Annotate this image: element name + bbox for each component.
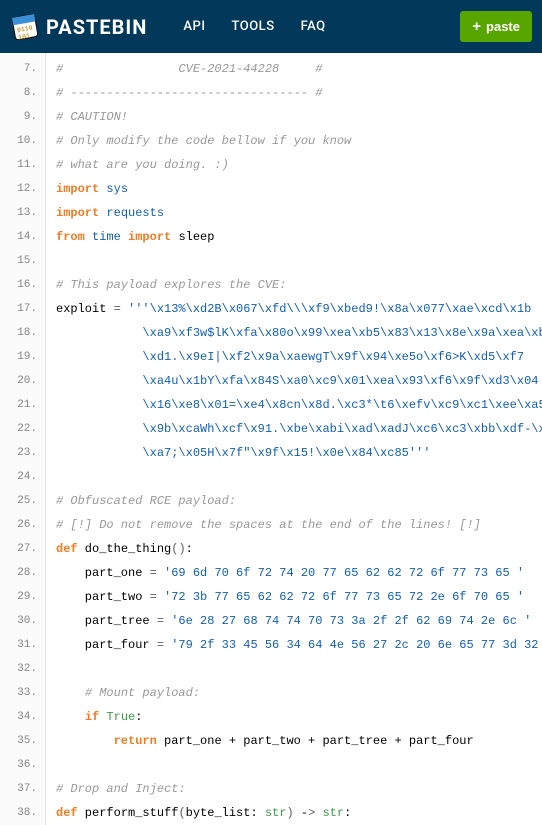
header: 0110 101 PASTEBIN API TOOLS FAQ + paste	[0, 0, 542, 53]
code-line: # This payload explores the CVE:	[56, 273, 542, 297]
line-number: 29.	[0, 585, 45, 609]
code-line: \xa7;\x05H\x7f"\x9f\x15!\x0e\x84\xc85'''	[56, 441, 542, 465]
code-line: def do_the_thing():	[56, 537, 542, 561]
code-line: part_one = '69 6d 70 6f 72 74 20 77 65 6…	[56, 561, 542, 585]
code-line: # Drop and Inject:	[56, 777, 542, 801]
line-number: 33.	[0, 681, 45, 705]
code-line: # Obfuscated RCE payload:	[56, 489, 542, 513]
svg-text:101: 101	[18, 32, 31, 41]
line-number: 14.	[0, 225, 45, 249]
paste-button-label: paste	[486, 19, 520, 34]
nav-faq[interactable]: FAQ	[301, 19, 326, 34]
line-number: 21.	[0, 393, 45, 417]
line-number: 17.	[0, 297, 45, 321]
code-line: # [!] Do not remove the spaces at the en…	[56, 513, 542, 537]
code-line: \xa9\xf3w$lK\xfa\x80o\x99\xea\xb5\x83\x1…	[56, 321, 542, 345]
code-content[interactable]: # CVE-2021-44228 ## --------------------…	[46, 53, 542, 825]
line-number: 8.	[0, 81, 45, 105]
code-line: \xd1.\x9eI|\xf2\x9a\xaewgT\x9f\x94\xe5o\…	[56, 345, 542, 369]
line-number: 20.	[0, 369, 45, 393]
line-number: 11.	[0, 153, 45, 177]
code-line: # --------------------------------- #	[56, 81, 542, 105]
line-number: 12.	[0, 177, 45, 201]
line-number: 32.	[0, 657, 45, 681]
logo[interactable]: 0110 101 PASTEBIN	[10, 12, 147, 42]
line-number: 10.	[0, 129, 45, 153]
line-number: 25.	[0, 489, 45, 513]
line-number: 35.	[0, 729, 45, 753]
line-number: 28.	[0, 561, 45, 585]
code-line	[56, 753, 542, 777]
code-line: return part_one + part_two + part_tree +…	[56, 729, 542, 753]
code-line: import sys	[56, 177, 542, 201]
main-nav: API TOOLS FAQ	[183, 19, 325, 34]
line-number: 23.	[0, 441, 45, 465]
code-line: \xa4u\x1bY\xfa\x84S\xa0\xc9\x01\xea\x93\…	[56, 369, 542, 393]
line-number: 34.	[0, 705, 45, 729]
line-number: 9.	[0, 105, 45, 129]
code-line: part_tree = '6e 28 27 68 74 74 70 73 3a …	[56, 609, 542, 633]
code-line: import requests	[56, 201, 542, 225]
line-number: 24.	[0, 465, 45, 489]
code-line: # Only modify the code bellow if you kno…	[56, 129, 542, 153]
code-line: if True:	[56, 705, 542, 729]
code-line: # CVE-2021-44228 #	[56, 57, 542, 81]
line-number: 13.	[0, 201, 45, 225]
line-number: 26.	[0, 513, 45, 537]
line-number: 18.	[0, 321, 45, 345]
code-line: from time import sleep	[56, 225, 542, 249]
line-number-gutter: 7.8.9.10.11.12.13.14.15.16.17.18.19.20.2…	[0, 53, 46, 825]
code-viewer: 7.8.9.10.11.12.13.14.15.16.17.18.19.20.2…	[0, 53, 542, 825]
code-line: # Mount payload:	[56, 681, 542, 705]
nav-api[interactable]: API	[183, 19, 205, 34]
line-number: 19.	[0, 345, 45, 369]
line-number: 38.	[0, 801, 45, 825]
brand-text: PASTEBIN	[46, 15, 147, 39]
pastebin-logo-icon: 0110 101	[8, 9, 43, 44]
plus-icon: +	[472, 18, 481, 35]
code-line	[56, 657, 542, 681]
line-number: 36.	[0, 753, 45, 777]
line-number: 30.	[0, 609, 45, 633]
code-line	[56, 465, 542, 489]
paste-button[interactable]: + paste	[460, 11, 532, 42]
code-line: # what are you doing. :)	[56, 153, 542, 177]
code-line: def perform_stuff(byte_list: str) -> str…	[56, 801, 542, 825]
code-line: exploit = '''\x13%\xd2B\x067\xfd\\\xf9\x…	[56, 297, 542, 321]
line-number: 16.	[0, 273, 45, 297]
line-number: 22.	[0, 417, 45, 441]
line-number: 27.	[0, 537, 45, 561]
code-line: # CAUTION!	[56, 105, 542, 129]
code-line: part_two = '72 3b 77 65 62 62 72 6f 77 7…	[56, 585, 542, 609]
code-line: part_four = '79 2f 33 45 56 34 64 4e 56 …	[56, 633, 542, 657]
code-line: \x16\xe8\x01=\xe4\x8cn\x8d.\xc3*\t6\xefv…	[56, 393, 542, 417]
code-line: \x9b\xcaWh\xcf\x91.\xbe\xabi\xad\xadJ\xc…	[56, 417, 542, 441]
code-line	[56, 249, 542, 273]
line-number: 31.	[0, 633, 45, 657]
line-number: 15.	[0, 249, 45, 273]
nav-tools[interactable]: TOOLS	[232, 19, 275, 34]
line-number: 37.	[0, 777, 45, 801]
line-number: 7.	[0, 57, 45, 81]
